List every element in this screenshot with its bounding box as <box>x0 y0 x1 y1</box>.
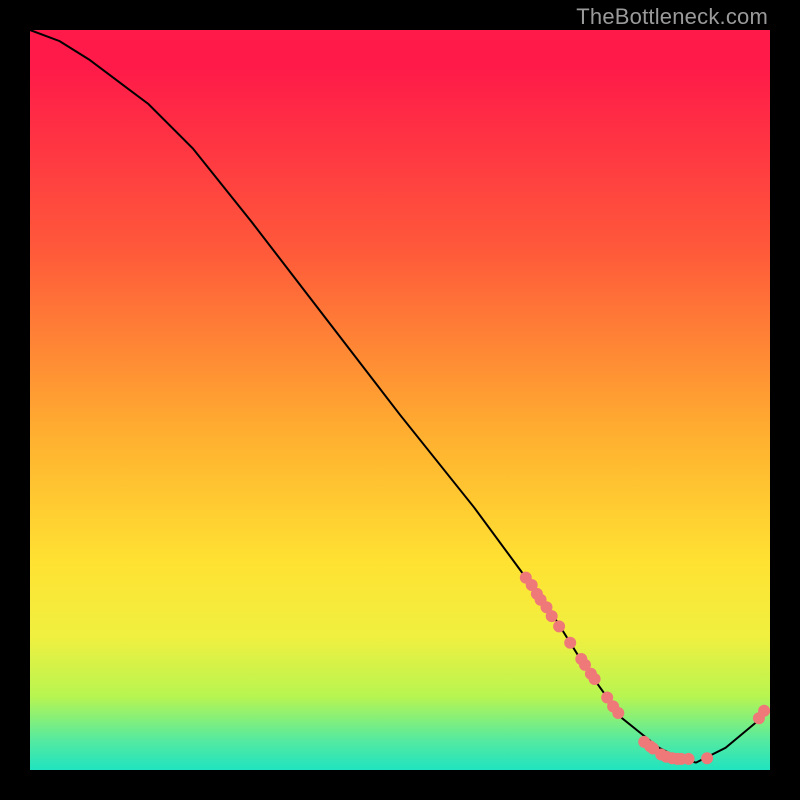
curve-path <box>30 30 770 763</box>
chart-svg <box>30 30 770 770</box>
watermark-text: TheBottleneck.com <box>576 4 768 30</box>
dot-6 <box>546 611 557 622</box>
dot-24 <box>683 753 694 764</box>
dot-7 <box>554 621 565 632</box>
dot-15 <box>613 708 624 719</box>
dot-12 <box>589 674 600 685</box>
plot-area <box>30 30 770 770</box>
bottleneck-curve <box>30 30 770 763</box>
chart-frame: TheBottleneck.com <box>0 0 800 800</box>
dot-27 <box>759 705 770 716</box>
dot-25 <box>702 753 713 764</box>
dot-8 <box>565 637 576 648</box>
